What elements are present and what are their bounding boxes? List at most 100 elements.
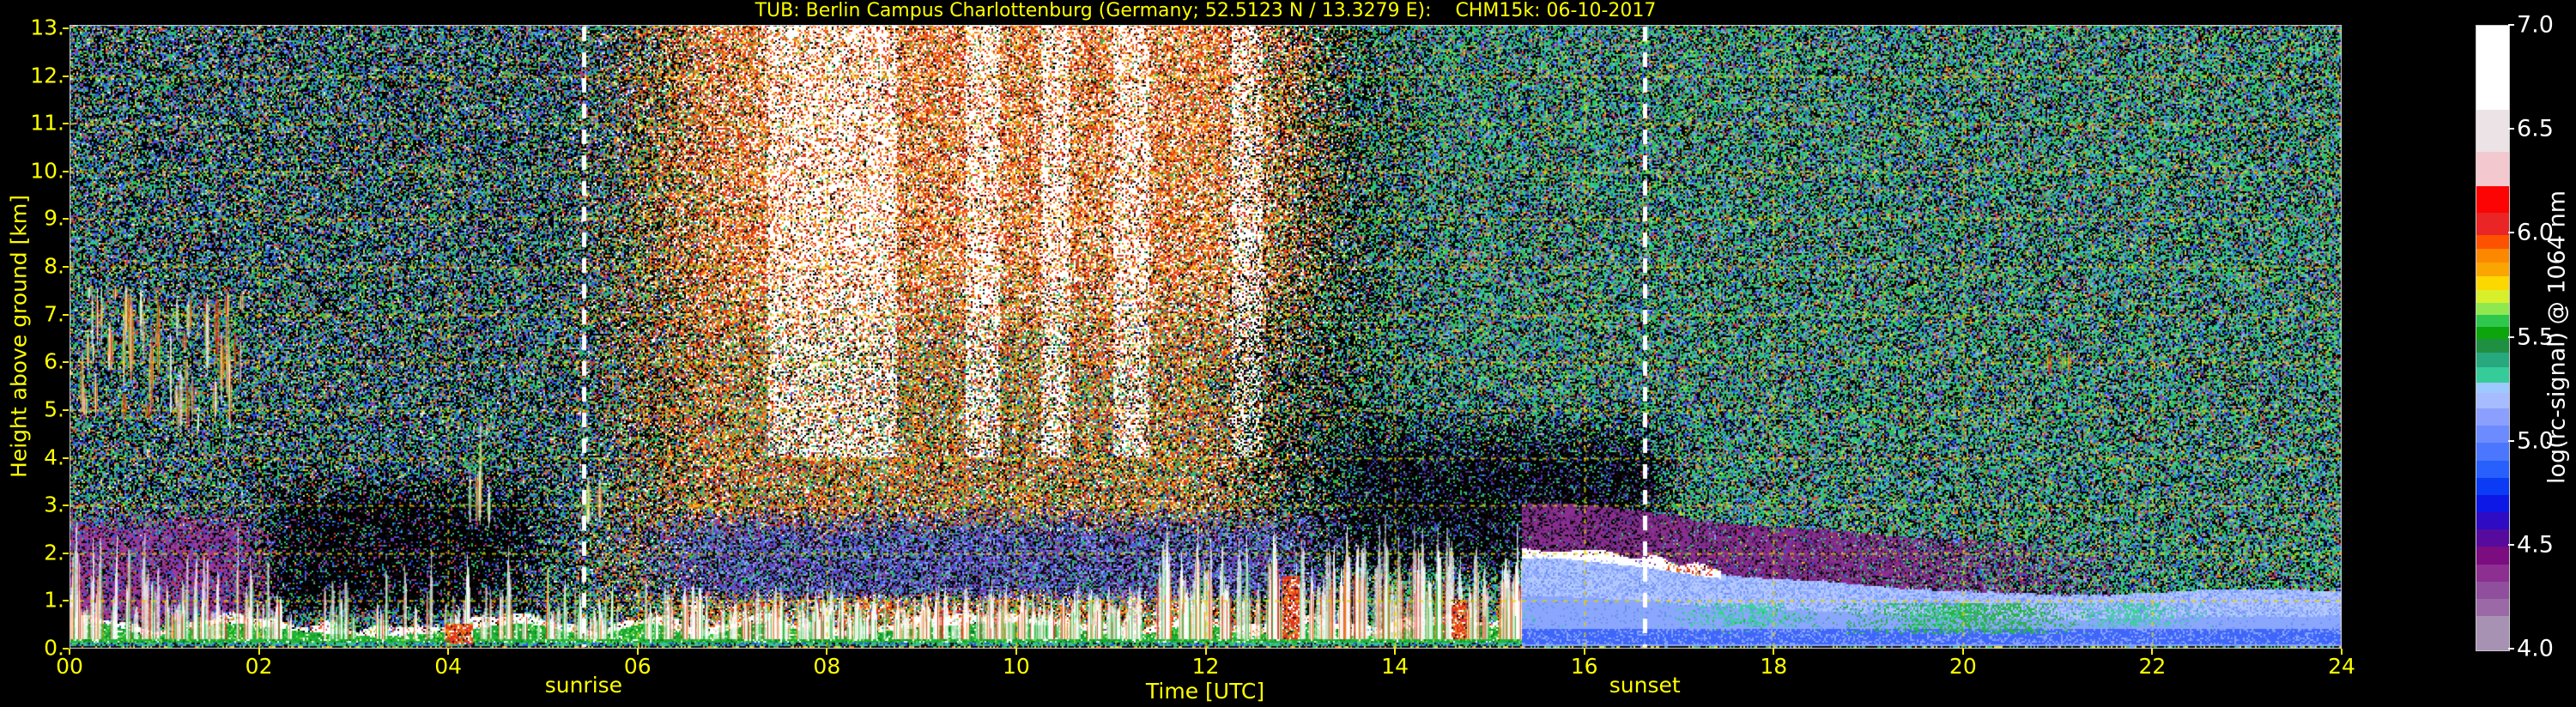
colorbar-band [2476,314,2509,327]
x-tick-mark [1583,649,1585,655]
y-tick-label: 9. [44,205,64,231]
heatmap-canvas [70,25,2342,649]
colorbar-tick-label: 7.0 [2517,11,2554,39]
y-tick-mark [63,408,69,411]
colorbar-tick-mark [2508,24,2514,26]
colorbar-band [2476,151,2509,186]
x-tick-label: 18 [1760,654,1788,679]
colorbar [2476,25,2510,651]
colorbar-band [2476,234,2509,249]
y-tick-label: 11. [30,110,64,136]
y-tick-mark [63,266,69,268]
colorbar-tick-label: 6.5 [2517,115,2554,142]
colorbar-band [2476,212,2509,235]
x-tick-mark [258,649,260,655]
y-tick-mark [63,552,69,554]
colorbar-band [2476,615,2509,651]
x-tick-label: 08 [813,654,841,679]
x-tick-mark [2341,649,2343,655]
x-tick-label: 10 [1003,654,1030,679]
x-tick-mark [1961,649,1964,655]
colorbar-tick-mark [2508,128,2514,130]
y-tick-label: 8. [44,253,64,279]
x-tick-label: 22 [2138,654,2167,679]
colorbar-tick-mark [2508,439,2514,442]
x-tick-label: 12 [1191,654,1220,679]
colorbar-tick-mark [2508,648,2514,650]
colorbar-band [2476,408,2509,426]
colorbar-band [2476,338,2509,354]
x-tick-label: 06 [623,654,652,679]
colorbar-band [2476,382,2509,394]
y-tick-label: 4. [44,444,64,469]
colorbar-band [2476,392,2509,409]
colorbar-band [2476,248,2509,263]
colorbar-band [2476,326,2509,339]
y-tick-label: 7. [44,300,64,326]
y-tick-label: 1. [44,587,64,613]
x-tick-mark [2151,649,2154,655]
colorbar-tick-label: 5.5 [2517,323,2554,350]
y-tick-label: 6. [44,348,64,374]
colorbar-tick-label: 4.5 [2517,531,2554,559]
colorbar-band [2476,546,2509,565]
x-tick-mark [1394,649,1397,655]
y-tick-mark [63,75,69,77]
y-tick-label: 12. [30,62,64,88]
x-tick-mark [69,649,70,655]
colorbar-band [2476,185,2509,213]
sunrise-annotation: sunrise [544,673,623,698]
y-tick-mark [63,27,69,29]
colorbar-band [2476,494,2509,513]
colorbar-tick-label: 6.0 [2517,219,2554,246]
colorbar-tick-mark [2508,335,2514,338]
colorbar-band [2476,366,2509,384]
x-tick-label: 04 [434,654,463,679]
colorbar-band [2476,477,2509,496]
colorbar-band [2476,529,2509,547]
plot-title: TUB: Berlin Campus Charlottenburg (Germa… [755,0,1657,21]
colorbar-band [2476,275,2509,290]
colorbar-band [2476,460,2509,479]
colorbar-band [2476,442,2509,462]
colorbar-tick-label: 4.0 [2517,635,2554,662]
y-tick-mark [63,218,69,221]
sunset-annotation: sunset [1609,673,1681,698]
y-tick-label: 3. [44,492,64,517]
x-axis-label: Time [UTC] [1145,679,1265,704]
colorbar-band [2476,581,2509,600]
colorbar-tick-mark [2508,232,2514,234]
y-tick-label: 10. [30,158,64,184]
y-tick-mark [63,123,69,125]
x-tick-mark [1015,649,1017,655]
y-tick-label: 2. [44,540,64,565]
colorbar-band [2476,289,2509,303]
x-tick-label: 16 [1570,654,1598,679]
y-tick-mark [63,648,69,650]
y-tick-label: 13. [30,15,64,40]
ceilometer-quicklook-figure: TUB: Berlin Campus Charlottenburg (Germa… [0,0,2576,707]
colorbar-band [2476,598,2509,617]
colorbar-band [2476,302,2509,315]
x-tick-mark [1773,649,1775,655]
y-axis-label: Height above ground [km] [6,195,32,478]
x-tick-label: 20 [1949,654,1977,679]
colorbar-band [2476,109,2509,152]
colorbar-band [2476,26,2509,110]
colorbar-tick-mark [2508,543,2514,546]
x-tick-mark [636,649,639,655]
x-tick-mark [1204,649,1207,655]
colorbar-band [2476,564,2509,583]
x-tick-mark [447,649,450,655]
x-tick-mark [826,649,828,655]
colorbar-tick-label: 5.0 [2517,427,2554,455]
y-tick-label: 0. [44,635,64,661]
y-tick-mark [63,170,69,172]
y-tick-mark [63,505,69,507]
colorbar-band [2476,352,2509,368]
x-tick-label: 14 [1381,654,1409,679]
x-tick-label: 24 [2328,654,2355,679]
y-tick-label: 5. [44,396,64,422]
colorbar-band [2476,511,2509,530]
y-tick-mark [63,600,69,602]
